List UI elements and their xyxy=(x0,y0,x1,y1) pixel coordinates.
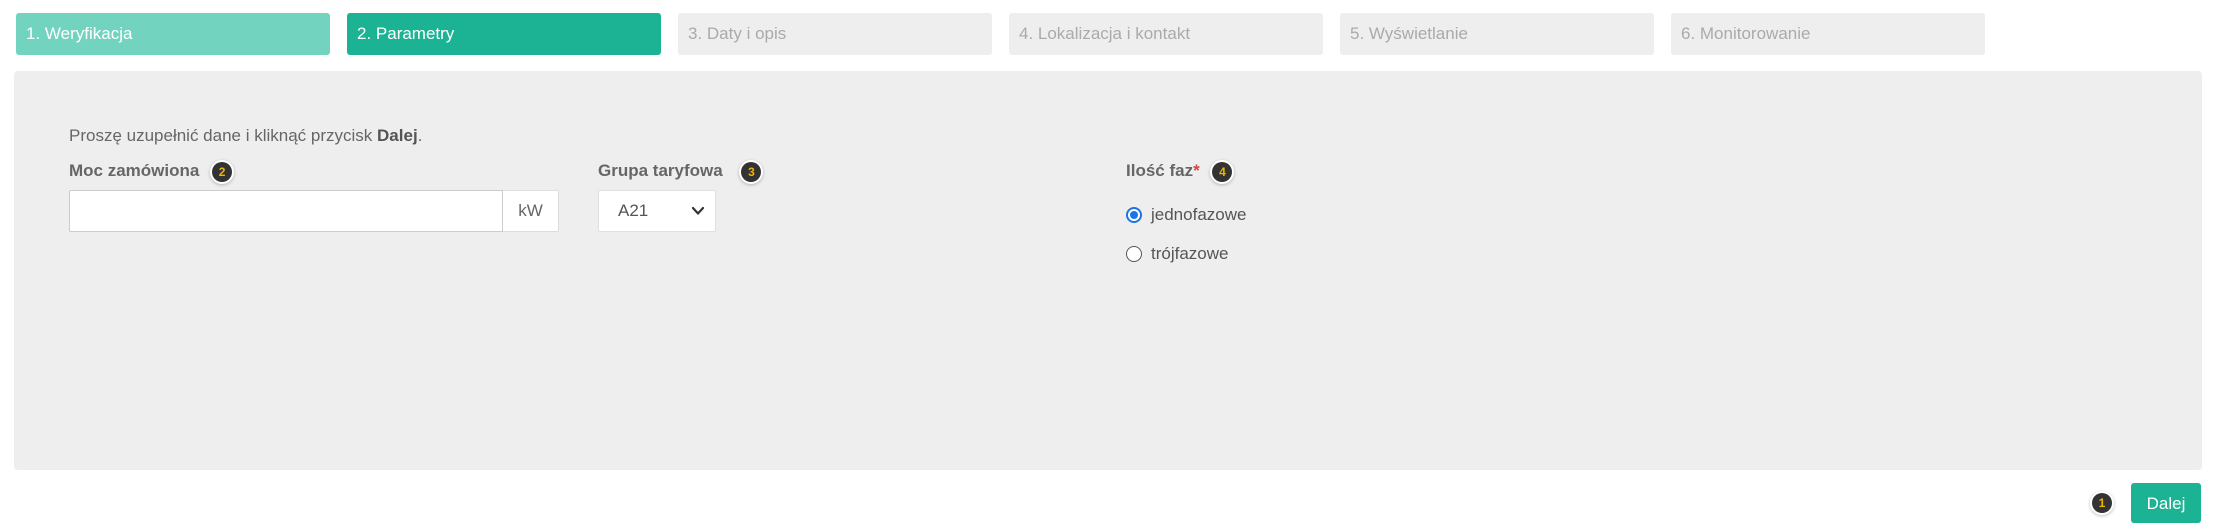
tariff-group-select[interactable]: A21 xyxy=(598,190,716,232)
help-badge-1[interactable]: 1 xyxy=(2092,493,2112,513)
required-mark: * xyxy=(1193,161,1200,180)
intro-bold: Dalej xyxy=(377,126,418,145)
chevron-down-icon xyxy=(691,206,705,215)
phases-label: Ilość faz* 4 xyxy=(1126,161,1233,182)
ordered-power-input[interactable] xyxy=(69,190,503,232)
radio-three-phase-button[interactable] xyxy=(1126,246,1142,262)
tariff-label: Grupa taryfowa 3 xyxy=(598,161,762,182)
step-display[interactable]: 5. Wyświetlanie xyxy=(1340,13,1654,55)
radio-three-phase-label[interactable]: trójfazowe xyxy=(1151,243,1228,265)
help-badge-4[interactable]: 4 xyxy=(1212,161,1233,182)
step-location-contact[interactable]: 4. Lokalizacja i kontakt xyxy=(1009,13,1323,55)
step-verification[interactable]: 1. Weryfikacja xyxy=(16,13,330,55)
power-unit: kW xyxy=(503,190,559,232)
step-monitoring[interactable]: 6. Monitorowanie xyxy=(1671,13,1985,55)
help-badge-3[interactable]: 3 xyxy=(741,161,762,182)
next-button[interactable]: Dalej xyxy=(2131,483,2201,523)
tariff-selected-value: A21 xyxy=(618,201,649,220)
help-badge-2[interactable]: 2 xyxy=(212,161,233,182)
radio-single-phase-label[interactable]: jednofazowe xyxy=(1151,204,1246,226)
power-label: Moc zamówiona 2 xyxy=(69,161,233,182)
step-parameters[interactable]: 2. Parametry xyxy=(347,13,661,55)
radio-single-phase-button[interactable] xyxy=(1126,207,1142,223)
form-panel: Proszę uzupełnić dane i kliknąć przycisk… xyxy=(14,71,2202,470)
intro-text: Proszę uzupełnić dane i kliknąć przycisk… xyxy=(69,126,423,145)
step-dates-description[interactable]: 3. Daty i opis xyxy=(678,13,992,55)
